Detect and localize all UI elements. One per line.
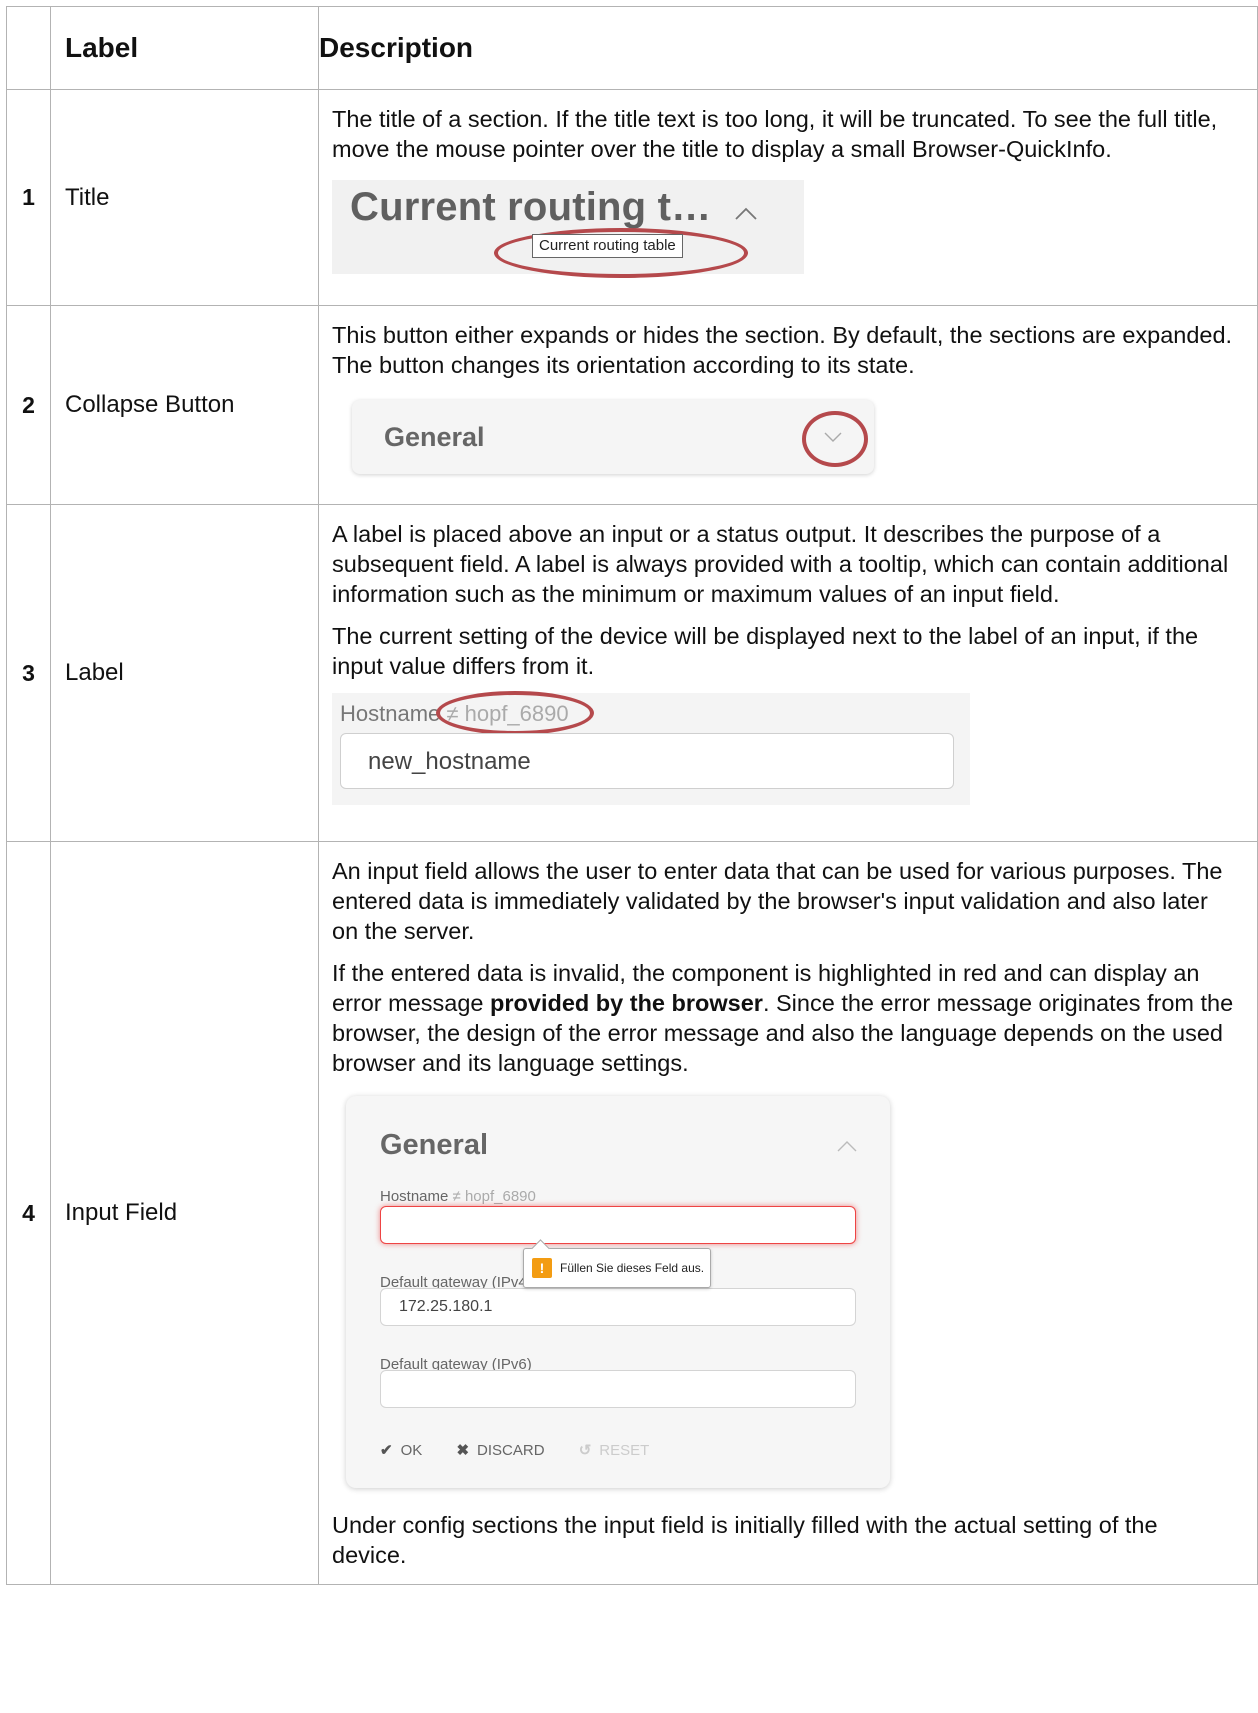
button-label: DISCARD xyxy=(477,1442,545,1459)
row-label: Title xyxy=(50,89,319,306)
label-example: Hostname ≠ hopf_6890 new_hostname xyxy=(332,691,970,805)
header-number xyxy=(6,6,51,90)
row-number: 3 xyxy=(6,504,51,842)
chevron-up-icon[interactable] xyxy=(836,1136,858,1156)
not-equal-icon: ≠ xyxy=(452,1188,461,1205)
check-icon: ✔ xyxy=(380,1442,393,1459)
warning-icon: ! xyxy=(532,1258,552,1278)
row-number: 4 xyxy=(6,841,51,1585)
description-text: This button either expands or hides the … xyxy=(332,322,1233,378)
bold-text: provided by the browser xyxy=(490,990,763,1016)
button-label: OK xyxy=(400,1442,423,1459)
ok-button[interactable]: ✔ OK xyxy=(380,1436,422,1466)
row-label: Input Field xyxy=(50,841,319,1585)
title-example: Current routing t… Current routing table xyxy=(332,180,804,278)
table-row: 2 Collapse Button This button either exp… xyxy=(6,305,1258,505)
table-row: 1 Title The title of a section. If the t… xyxy=(6,89,1258,306)
description-text: If the entered data is invalid, the comp… xyxy=(332,958,1237,1078)
input-field-example: General Hostname ≠ hopf_6890 Default gat… xyxy=(346,1096,890,1488)
action-bar: ✔ OK ✖ DISCARD ↺ RESET xyxy=(380,1436,679,1466)
field-label-text: Hostname xyxy=(340,701,441,726)
field-label-text: Hostname xyxy=(380,1188,449,1205)
row-description: An input field allows the user to enter … xyxy=(318,841,1258,1585)
section-title: General xyxy=(384,422,485,452)
section-title: General xyxy=(380,1129,488,1161)
highlight-ellipse xyxy=(436,691,594,735)
section-title-truncated: Current routing t… xyxy=(350,185,712,229)
description-text: Under config sections the input field is… xyxy=(332,1512,1158,1568)
highlight-ellipse xyxy=(802,411,868,467)
row-label: Collapse Button xyxy=(50,305,319,505)
collapse-example: General xyxy=(352,400,874,474)
table-row: 4 Input Field An input field allows the … xyxy=(6,841,1258,1585)
discard-button[interactable]: ✖ DISCARD xyxy=(456,1436,544,1466)
current-setting: hopf_6890 xyxy=(464,1188,536,1205)
header-label: Label xyxy=(50,6,319,90)
button-label: RESET xyxy=(599,1442,650,1459)
row-description: This button either expands or hides the … xyxy=(318,305,1258,505)
gateway-ipv6-input[interactable] xyxy=(380,1370,856,1408)
validation-tooltip: ! Füllen Sie dieses Feld aus. xyxy=(523,1239,712,1288)
row-description: A label is placed above an input or a st… xyxy=(318,504,1258,842)
close-icon: ✖ xyxy=(456,1442,470,1459)
row-description: The title of a section. If the title tex… xyxy=(318,89,1258,306)
undo-icon: ↺ xyxy=(578,1442,592,1459)
header-description: Description xyxy=(318,6,1258,90)
row-number: 1 xyxy=(6,89,51,306)
description-text: The current setting of the device will b… xyxy=(332,623,1199,679)
description-text: The title of a section. If the title tex… xyxy=(332,106,1218,162)
chevron-up-icon xyxy=(735,207,757,220)
error-message: Füllen Sie dieses Feld aus. xyxy=(560,1261,705,1275)
header-row: Label Description xyxy=(6,6,1258,90)
hostname-input[interactable] xyxy=(380,1206,856,1244)
row-label: Label xyxy=(50,504,319,842)
hostname-input[interactable]: new_hostname xyxy=(340,733,954,789)
row-number: 2 xyxy=(6,305,51,505)
description-text: A label is placed above an input or a st… xyxy=(332,521,1229,607)
description-text: An input field allows the user to enter … xyxy=(332,858,1223,944)
tooltip: Current routing table xyxy=(532,234,683,258)
gateway-ipv4-input[interactable]: 172.25.180.1 xyxy=(380,1288,856,1326)
reset-button[interactable]: ↺ RESET xyxy=(579,1436,650,1466)
table-row: 3 Label A label is placed above an input… xyxy=(6,504,1258,842)
reference-table: Label Description 1 Title The title of a… xyxy=(6,6,1258,1585)
